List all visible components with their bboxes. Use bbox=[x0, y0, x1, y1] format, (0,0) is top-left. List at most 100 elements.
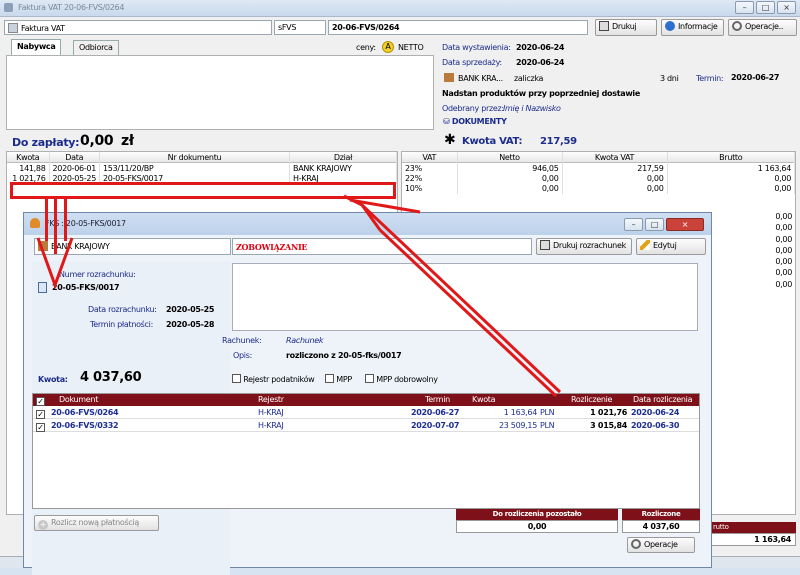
table-row[interactable]: 23% 946,05 217,59 1 163,64 bbox=[402, 162, 795, 173]
cell: 0,00 bbox=[775, 279, 792, 289]
settled-label: Rozliczone bbox=[622, 509, 700, 520]
register-vat-checkbox[interactable]: Rejestr podatników bbox=[232, 374, 315, 384]
mpp-voluntary-checkbox[interactable]: MPP dobrowolny bbox=[365, 374, 438, 384]
settlement-number[interactable]: 20-05-FKS/0017 bbox=[52, 283, 120, 292]
cell: 0,00 bbox=[775, 268, 792, 278]
col-term[interactable]: Termin bbox=[425, 394, 450, 406]
col-document[interactable]: Dokument bbox=[59, 394, 98, 406]
due-date[interactable]: 2020-06-27 bbox=[731, 73, 779, 82]
mpp-checkbox[interactable]: MPP bbox=[325, 374, 352, 384]
new-payment-button[interactable]: + Rozlicz nową płatnością bbox=[34, 515, 159, 531]
dialog-bank-name: BANK KRAJOWY bbox=[51, 242, 110, 251]
printer-icon bbox=[599, 21, 609, 31]
operations-label: Operacje.. bbox=[745, 22, 784, 31]
gross-footer-label: rutto bbox=[711, 522, 796, 533]
remaining-label: Do rozliczenia pozostało bbox=[456, 509, 618, 520]
amount-value: 4 037,60 bbox=[80, 370, 142, 385]
mpp-voluntary-label: MPP dobrowolny bbox=[376, 375, 438, 384]
payment-days[interactable]: 3 dni bbox=[660, 74, 679, 83]
cell: 1 021,76 bbox=[590, 408, 627, 417]
table-row[interactable]: 22% 0,00 0,00 0,00 bbox=[402, 173, 795, 184]
cell: 23% bbox=[402, 162, 458, 173]
col-vat-amount[interactable]: Kwota VAT bbox=[562, 152, 668, 163]
cell: 141,88 bbox=[7, 162, 50, 173]
bank-name[interactable]: BANK KRA... bbox=[458, 74, 503, 83]
cell: 0,00 bbox=[457, 183, 563, 194]
price-mode[interactable]: NETTO bbox=[398, 43, 424, 52]
col-gross[interactable]: Brutto bbox=[667, 152, 795, 163]
window-title: Faktura VAT 20-06-FVS/0264 bbox=[18, 3, 125, 12]
issue-date-label: Data wystawienia: bbox=[442, 43, 511, 52]
tab-buyer[interactable]: Nabywca bbox=[11, 39, 62, 56]
cell: 0,00 bbox=[775, 245, 792, 255]
notes-area[interactable] bbox=[232, 263, 698, 331]
sale-date[interactable]: 2020-06-24 bbox=[516, 58, 564, 67]
tab-receiver[interactable]: Odbiorca bbox=[73, 40, 119, 55]
dialog-operations-label: Operacje bbox=[644, 540, 678, 549]
issue-date[interactable]: 2020-06-24 bbox=[516, 43, 564, 52]
edit-button[interactable]: Edytuj bbox=[636, 238, 706, 255]
account-value[interactable]: Rachunek bbox=[286, 336, 324, 345]
col-settlement-date[interactable]: Data rozliczenia bbox=[633, 394, 693, 406]
maximize-button[interactable]: □ bbox=[756, 1, 775, 14]
minimize-button[interactable]: – bbox=[735, 1, 754, 14]
payment-type[interactable]: zaliczka bbox=[514, 74, 543, 83]
payment-term-label: Termin płatności: bbox=[90, 320, 153, 329]
col-department[interactable]: Dział bbox=[289, 152, 397, 163]
document-icon bbox=[8, 23, 18, 33]
table-row[interactable]: ✓ 20-06-FVS/0264 H-KRAJ 2020-06-27 1 163… bbox=[33, 407, 699, 419]
app-icon bbox=[4, 3, 13, 12]
dialog-minimize-button[interactable]: – bbox=[624, 218, 643, 231]
title-bar: Faktura VAT 20-06-FVS/0264 – □ × bbox=[0, 0, 800, 17]
plus-icon: + bbox=[38, 520, 48, 530]
payment-term[interactable]: 2020-05-28 bbox=[166, 320, 214, 329]
col-settlement[interactable]: Rozliczenie bbox=[571, 394, 612, 406]
cell: 2020-06-01 bbox=[49, 162, 100, 173]
cell: 946,05 bbox=[457, 162, 563, 173]
info-button[interactable]: Informacje bbox=[661, 19, 724, 36]
doc-type-value: Faktura VAT bbox=[21, 24, 65, 33]
col-register[interactable]: Rejestr bbox=[258, 394, 284, 406]
operations-button[interactable]: Operacje.. bbox=[728, 19, 797, 36]
col-date[interactable]: Data bbox=[49, 152, 100, 163]
gross-column-extra: 0,00 0,00 0,00 0,00 0,00 0,00 0,00 bbox=[712, 211, 792, 290]
settlement-grid[interactable]: ✓ Dokument Rejestr Termin Kwota Rozlicze… bbox=[32, 393, 700, 509]
cell: 0,00 bbox=[667, 173, 795, 184]
row-checkbox[interactable]: ✓ bbox=[36, 423, 45, 432]
settlement-date[interactable]: 2020-05-25 bbox=[166, 305, 214, 314]
documents-label: DOKUMENTY bbox=[451, 117, 507, 126]
col-vat[interactable]: VAT bbox=[402, 152, 458, 163]
gear-icon bbox=[732, 21, 742, 31]
col-amount[interactable]: Kwota bbox=[472, 394, 496, 406]
print-button[interactable]: Drukuj bbox=[595, 19, 657, 36]
cell: BANK KRAJOWY bbox=[289, 162, 397, 173]
annotation-line bbox=[64, 199, 67, 241]
cell: 2020-06-30 bbox=[631, 421, 680, 430]
doc-type-field[interactable]: Faktura VAT bbox=[4, 20, 272, 35]
dialog-maximize-button[interactable]: □ bbox=[645, 218, 664, 231]
col-amount[interactable]: Kwota bbox=[7, 152, 50, 163]
table-row[interactable]: 141,88 2020-06-01 153/11/20/BP BANK KRAJ… bbox=[7, 162, 397, 173]
user-icon bbox=[30, 218, 40, 228]
status-field[interactable]: ZOBOWIĄZANIE bbox=[232, 238, 532, 255]
buyer-panel[interactable] bbox=[6, 55, 434, 130]
dialog-operations-button[interactable]: Operacje bbox=[627, 537, 695, 553]
table-row[interactable]: 10% 0,00 0,00 0,00 bbox=[402, 183, 795, 194]
print-settlement-button[interactable]: Drukuj rozrachunek bbox=[536, 238, 632, 255]
select-all-checkbox[interactable]: ✓ bbox=[36, 397, 45, 406]
description-value[interactable]: rozliczono z 20-05-fks/0017 bbox=[286, 351, 402, 360]
description-label: Opis: bbox=[233, 351, 252, 360]
received-by[interactable]: Imię i Nazwisko bbox=[503, 104, 561, 113]
close-button[interactable]: × bbox=[777, 1, 796, 14]
dialog-title-bar: FKS : 20-05-FKS/0017 – □ × bbox=[24, 213, 711, 235]
dialog-close-button[interactable]: × bbox=[666, 218, 704, 231]
col-doc-number[interactable]: Nr dokumentu bbox=[99, 152, 290, 163]
invoice-description[interactable]: Nadstan produktów przy poprzedniej dosta… bbox=[442, 89, 640, 98]
documents-link[interactable]: ⛁ DOKUMENTY bbox=[443, 117, 507, 126]
cell: 0,00 bbox=[667, 183, 795, 194]
table-row[interactable]: ✓ 20-06-FVS/0332 H-KRAJ 2020-07-07 23 50… bbox=[33, 420, 699, 432]
series-field[interactable]: sFVS bbox=[274, 20, 326, 35]
col-net[interactable]: Netto bbox=[457, 152, 563, 163]
number-field[interactable]: 20-06-FVS/0264 bbox=[328, 20, 588, 35]
row-checkbox[interactable]: ✓ bbox=[36, 410, 45, 419]
